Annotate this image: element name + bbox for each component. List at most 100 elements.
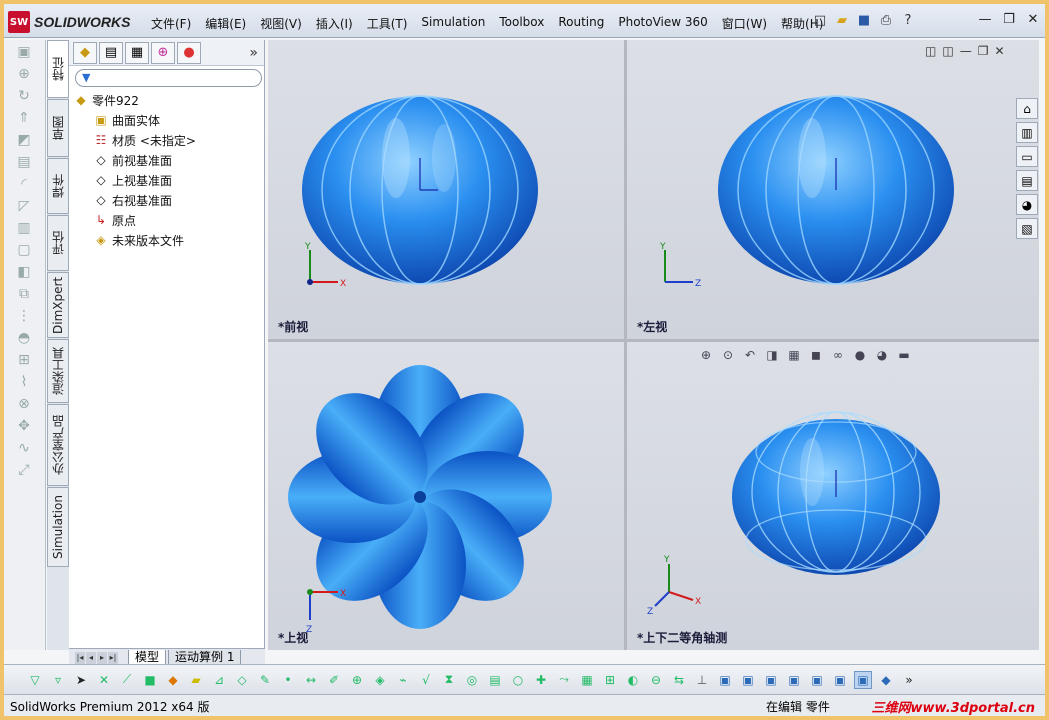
view-back-cube-icon[interactable]: ▣ <box>739 671 757 689</box>
tree-item-front-plane[interactable]: ◇ 前视基准面 <box>73 150 264 170</box>
view-palette-icon[interactable]: ▤ <box>1016 170 1038 191</box>
filter-stacked-icon[interactable]: ▤ <box>486 671 504 689</box>
design-library-icon[interactable]: ▥ <box>1016 122 1038 143</box>
menu-tools[interactable]: 工具(T) <box>360 12 415 35</box>
view-front-cube-icon[interactable]: ▣ <box>716 671 734 689</box>
viewport-next-icon[interactable]: ◫ <box>942 44 953 58</box>
filter-revision-icon[interactable]: ◐ <box>624 671 642 689</box>
menu-insert[interactable]: 插入(I) <box>309 12 360 35</box>
tab-sketch[interactable]: 草图 <box>47 99 69 157</box>
draft-icon[interactable]: ◧ <box>12 262 36 282</box>
previous-view-icon[interactable]: ↶ <box>741 348 759 364</box>
extrude-icon[interactable]: ▣ <box>12 42 36 62</box>
view-orientation-icon[interactable]: ▦ <box>785 348 803 364</box>
filter-sketch-icon[interactable]: ✎ <box>256 671 274 689</box>
shell-icon[interactable]: ▢ <box>12 240 36 260</box>
viewport-close-icon[interactable]: ✕ <box>994 44 1004 58</box>
configuration-manager-icon[interactable]: ▦ <box>125 41 149 64</box>
help-icon[interactable]: ? <box>900 11 916 29</box>
minimize-icon[interactable]: — <box>976 12 994 28</box>
filter-clear-icon[interactable]: ⊖ <box>647 671 665 689</box>
tree-item-surface-bodies[interactable]: ▣ 曲面实体 <box>73 110 264 130</box>
viewport-prev-icon[interactable]: ◫ <box>925 44 936 58</box>
viewport-front[interactable]: Y X *前视 <box>268 40 624 339</box>
graphics-area[interactable]: Y X *前视 ◫ ◫ — ❐ ✕ Y Z *左视 X Z *上视 ⊕ ⊙ ↶ … <box>268 40 1039 650</box>
tree-root-part[interactable]: ◆ 零件922 <box>73 90 264 110</box>
zoom-to-area-icon[interactable]: ⊙ <box>719 348 737 364</box>
tab-render-tools[interactable]: 渲染工具 <box>47 339 69 403</box>
filter-route-icon[interactable]: ⤳ <box>555 671 573 689</box>
tab-dimxpert[interactable]: DimXpert <box>47 272 69 338</box>
menu-edit[interactable]: 编辑(E) <box>198 12 253 35</box>
loft-icon[interactable]: ⇑ <box>12 108 36 128</box>
viewport-left[interactable]: ◫ ◫ — ❐ ✕ Y Z *左视 <box>627 40 1039 339</box>
file-explorer-icon[interactable]: ▭ <box>1016 146 1038 167</box>
menu-photoview[interactable]: PhotoView 360 <box>611 12 714 35</box>
menu-view[interactable]: 视图(V) <box>253 12 309 35</box>
instant3d-icon[interactable]: ⤢ <box>12 460 36 480</box>
filter-block-icon[interactable]: ▦ <box>578 671 596 689</box>
feature-tree-icon[interactable]: ◆ <box>73 41 97 64</box>
filter-axes-icon[interactable]: ⊿ <box>210 671 228 689</box>
tree-item-right-plane[interactable]: ◇ 右视基准面 <box>73 190 264 210</box>
viewport-minimize-icon[interactable]: — <box>960 44 972 58</box>
view-top-cube-icon[interactable]: ▣ <box>808 671 826 689</box>
custom-properties-icon[interactable]: ▧ <box>1016 218 1038 239</box>
tab-evaluate[interactable]: 评估 <box>47 215 69 271</box>
triad-icon[interactable]: ⊥ <box>693 671 711 689</box>
display-manager-icon[interactable]: ● <box>177 41 201 64</box>
filter-datum-icon[interactable]: ◈ <box>371 671 389 689</box>
zoom-to-fit-icon[interactable]: ⊕ <box>697 348 715 364</box>
save-icon[interactable]: ■ <box>856 11 872 29</box>
move-body-icon[interactable]: ✥ <box>12 416 36 436</box>
menu-simulation[interactable]: Simulation <box>414 12 492 35</box>
filter-surface-finish-icon[interactable]: √ <box>417 671 435 689</box>
tree-item-origin[interactable]: ↳ 原点 <box>73 210 264 230</box>
intersect-icon[interactable]: ⊗ <box>12 394 36 414</box>
view-iso-cube-icon[interactable]: ▣ <box>854 670 872 689</box>
appearances-icon[interactable]: ◕ <box>1016 194 1038 215</box>
viewport-iso[interactable]: ⊕ ⊙ ↶ ◨ ▦ ◼ ∞ ● ◕ ▬ Y X Z *上下二等角轴测 <box>627 342 1039 650</box>
property-manager-icon[interactable]: ▤ <box>99 41 123 64</box>
boundary-icon[interactable]: ◩ <box>12 130 36 150</box>
new-icon[interactable]: □ <box>812 11 828 29</box>
filter-vertices-icon[interactable]: ✕ <box>95 671 113 689</box>
view-normal-to-icon[interactable]: ◆ <box>877 671 895 689</box>
next-tab-icon[interactable]: ▸ <box>97 651 107 664</box>
sweep-icon[interactable]: ↻ <box>12 86 36 106</box>
expand-tabs-icon[interactable]: » <box>249 45 258 61</box>
dimxpert-manager-icon[interactable]: ⊕ <box>151 41 175 64</box>
filter-surface-icon[interactable]: ◆ <box>164 671 182 689</box>
tab-features[interactable]: 特征 <box>47 40 69 98</box>
filter-cosmetic-thread-icon[interactable]: ⧗ <box>440 671 458 689</box>
filter-planes-icon[interactable]: ◇ <box>233 671 251 689</box>
close-icon[interactable]: ✕ <box>1024 12 1042 28</box>
tree-item-material[interactable]: ☷ 材质 <未指定> <box>73 130 264 150</box>
feature-filter-input[interactable]: ▼ <box>75 69 262 87</box>
cut-icon[interactable]: ▤ <box>12 152 36 172</box>
pattern-icon[interactable]: ⋮ <box>12 306 36 326</box>
curves-icon[interactable]: ∿ <box>12 438 36 458</box>
menu-file[interactable]: 文件(F) <box>144 12 198 35</box>
restore-icon[interactable]: ❐ <box>1000 12 1018 28</box>
select-icon[interactable]: ➤ <box>72 671 90 689</box>
filter-toggle-icon[interactable]: ⇆ <box>670 671 688 689</box>
filter-gtol-icon[interactable]: ⊕ <box>348 671 366 689</box>
print-icon[interactable]: ⎙ <box>878 11 894 29</box>
tab-office-products[interactable]: 办公室产品 <box>47 404 69 486</box>
filter-faces-icon[interactable]: ■ <box>141 671 159 689</box>
tree-item-future-version[interactable]: ◈ 未来版本文件 <box>73 230 264 250</box>
view-left-cube-icon[interactable]: ▣ <box>762 671 780 689</box>
revolve-icon[interactable]: ⊕ <box>12 64 36 84</box>
fillet-icon[interactable]: ◜ <box>12 174 36 194</box>
app-logo[interactable]: SW SOLIDWORKS <box>8 10 130 34</box>
filter-center-mark-icon[interactable]: ✚ <box>532 671 550 689</box>
toolbar-more-icon[interactable]: » <box>900 671 918 689</box>
apply-scene-icon[interactable]: ◕ <box>873 348 891 364</box>
menu-window[interactable]: 窗口(W) <box>715 12 774 35</box>
section-view-icon[interactable]: ◨ <box>763 348 781 364</box>
flex-icon[interactable]: ⌇ <box>12 372 36 392</box>
filter-solid-icon[interactable]: ▰ <box>187 671 205 689</box>
filter-edges-icon[interactable]: ⟋ <box>118 671 136 689</box>
rib-icon[interactable]: ▥ <box>12 218 36 238</box>
